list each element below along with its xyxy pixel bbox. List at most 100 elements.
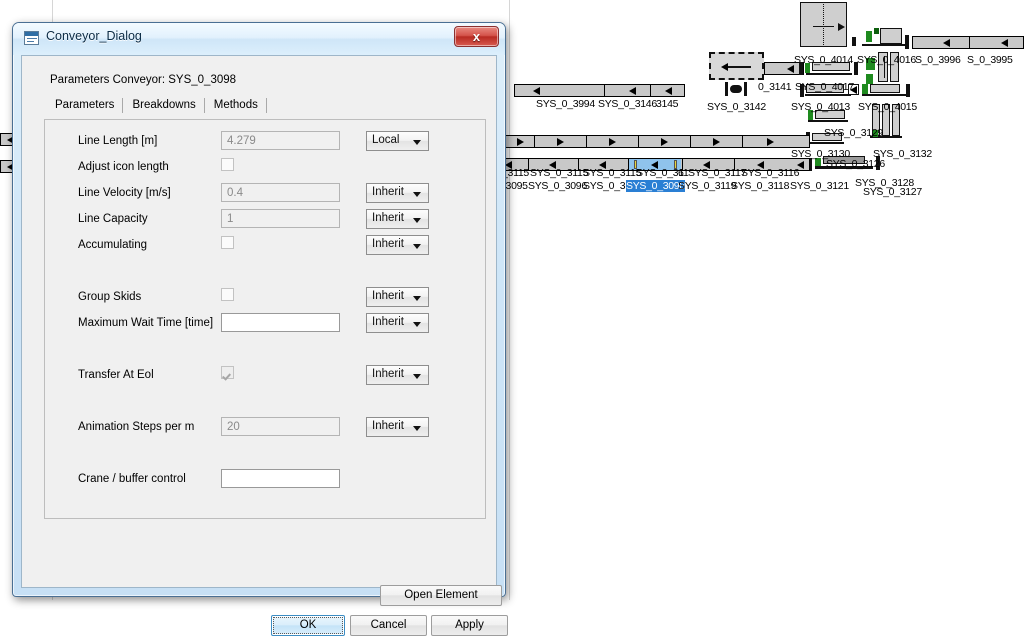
line-velocity-scope-dropdown[interactable]: Inherit <box>366 183 429 203</box>
field-label: Transfer At Eol <box>78 369 154 381</box>
line-length-input[interactable] <box>221 131 340 150</box>
field-row: Maximum Wait Time [time] Inherit <box>45 313 485 335</box>
dropdown-value: Inherit <box>372 238 404 250</box>
machine-bar <box>805 94 851 96</box>
element-label[interactable]: 3145 <box>656 98 678 110</box>
element-label[interactable]: _3115 <box>502 167 529 179</box>
chevron-down-icon <box>413 426 421 431</box>
conveyor-strip[interactable] <box>514 84 685 97</box>
element-label[interactable]: SYS_0_3115 <box>583 167 641 179</box>
accumulating-scope-dropdown[interactable]: Inherit <box>366 235 429 255</box>
dropdown-value: Local <box>372 134 400 146</box>
accumulating-checkbox[interactable] <box>221 236 234 249</box>
tab-breakdowns[interactable]: Breakdowns <box>123 97 206 114</box>
element-label[interactable]: SYS_0_3116 <box>741 167 799 179</box>
parameters-subtitle: Parameters Conveyor: SYS_0_3098 <box>50 74 237 86</box>
conveyor-strip[interactable] <box>912 36 1024 49</box>
element-label[interactable]: S_0_3995 <box>967 54 1013 66</box>
field-row: Crane / buffer control <box>45 469 485 491</box>
transfer-at-eol-checkbox[interactable] <box>221 366 234 379</box>
element-label[interactable]: SYS_0_3118 <box>731 180 789 192</box>
machine-block[interactable] <box>862 84 868 94</box>
transfer-at-eol-scope-dropdown[interactable]: Inherit <box>366 365 429 385</box>
element-label[interactable]: SYS_0_3994 <box>536 98 595 110</box>
machine-bar <box>808 120 848 122</box>
flow-arrow-icon <box>838 23 845 31</box>
machine-block[interactable] <box>870 84 900 93</box>
field-label: Adjust icon length <box>78 161 169 173</box>
element-label[interactable]: SYS_0_3 <box>583 180 626 192</box>
element-label[interactable]: SYS_0_4015 <box>858 101 917 113</box>
machine-block[interactable] <box>880 28 902 44</box>
field-label: Group Skids <box>78 291 142 303</box>
crane-buffer-control-input[interactable] <box>221 469 340 488</box>
apply-button[interactable]: Apply <box>431 615 508 636</box>
field-label: Animation Steps per m <box>78 421 195 433</box>
conveyor-dialog-window[interactable]: Conveyor_Dialog x Parameters Conveyor: S… <box>12 22 508 636</box>
dialog-body: Parameters Conveyor: SYS_0_3098 Paramete… <box>21 55 508 636</box>
element-label[interactable]: SYS_0_4013 <box>791 101 850 113</box>
line-length-scope-dropdown[interactable]: Local <box>366 131 429 151</box>
adjust-icon-length-checkbox[interactable] <box>221 158 234 171</box>
element-label[interactable]: 0_3141 <box>758 81 792 93</box>
field-row: Line Velocity [m/s] Inherit <box>45 183 485 205</box>
tab-label: Breakdowns <box>132 99 196 111</box>
element-label[interactable]: SYS_0_3126 <box>826 158 885 170</box>
machine-bar <box>862 94 906 96</box>
element-label[interactable]: SYS_0_4014 <box>794 54 853 66</box>
element-label[interactable]: SYS_0_3115 <box>530 167 588 179</box>
machine-block[interactable] <box>866 74 873 84</box>
element-label[interactable]: SYS_0_3117 <box>688 167 746 179</box>
element-label[interactable]: 6 <box>678 167 684 179</box>
dialog-window-icon <box>24 31 39 45</box>
focus-ring <box>273 617 343 634</box>
cancel-button[interactable]: Cancel <box>350 615 427 636</box>
element-label[interactable]: SYS_0_4016 <box>857 54 916 66</box>
animation-steps-scope-dropdown[interactable]: Inherit <box>366 417 429 437</box>
tab-strip[interactable]: Parameters Breakdowns Methods <box>46 97 488 117</box>
element-label[interactable]: SYS_0_3119 <box>678 180 736 192</box>
group-skids-checkbox[interactable] <box>221 288 234 301</box>
maximum-wait-time-input[interactable] <box>221 313 340 332</box>
line-capacity-input[interactable] <box>221 209 340 228</box>
line-velocity-input[interactable] <box>221 183 340 202</box>
element-label[interactable]: SYS_0_3146 <box>598 98 657 110</box>
element-label[interactable]: SYS_0_3096 <box>528 180 587 192</box>
element-label[interactable]: S_0_3996 <box>915 54 961 66</box>
element-label[interactable]: SYS_0_3098 <box>626 180 685 192</box>
source-element-box[interactable] <box>709 52 764 80</box>
chevron-down-icon <box>413 322 421 327</box>
dropdown-value: Inherit <box>372 212 404 224</box>
transfer-icon[interactable] <box>725 82 747 96</box>
conveyor-strip[interactable] <box>500 135 810 148</box>
element-label[interactable]: SYS_0_3121 <box>790 180 849 192</box>
group-skids-scope-dropdown[interactable]: Inherit <box>366 287 429 307</box>
panel-divider <box>509 0 510 600</box>
element-label[interactable]: SYS_0_3127 <box>863 186 922 198</box>
field-row: Transfer At Eol Inherit <box>45 365 485 387</box>
tab-parameters[interactable]: Parameters <box>46 97 124 114</box>
dropdown-value: Inherit <box>372 186 404 198</box>
maximum-wait-time-scope-dropdown[interactable]: Inherit <box>366 313 429 333</box>
field-label: Line Length [m] <box>78 135 158 147</box>
chevron-down-icon <box>413 140 421 145</box>
field-label: Crane / buffer control <box>78 473 186 485</box>
close-icon[interactable]: x <box>454 26 499 47</box>
field-label: Maximum Wait Time [time] <box>78 317 214 329</box>
element-label[interactable]: SYS_0_4017 <box>795 81 854 93</box>
dropdown-value: Inherit <box>372 290 404 302</box>
animation-steps-input[interactable] <box>221 417 340 436</box>
machine-block[interactable] <box>866 31 872 42</box>
machine-block[interactable] <box>874 28 879 34</box>
parameters-panel: Line Length [m] Local Adjust icon length… <box>44 119 486 519</box>
open-element-button[interactable]: Open Element <box>380 585 502 606</box>
ok-button[interactable]: OK <box>271 615 345 636</box>
line-capacity-scope-dropdown[interactable]: Inherit <box>366 209 429 229</box>
machine-crossbar <box>813 26 834 27</box>
element-label[interactable]: SYS_0_3129 <box>824 127 883 139</box>
field-row: Line Capacity Inherit <box>45 209 485 231</box>
dialog-titlebar[interactable]: Conveyor_Dialog x <box>13 23 505 55</box>
element-label[interactable]: SYS_0_3142 <box>707 101 766 113</box>
tab-methods[interactable]: Methods <box>205 97 267 114</box>
dropdown-value: Inherit <box>372 420 404 432</box>
